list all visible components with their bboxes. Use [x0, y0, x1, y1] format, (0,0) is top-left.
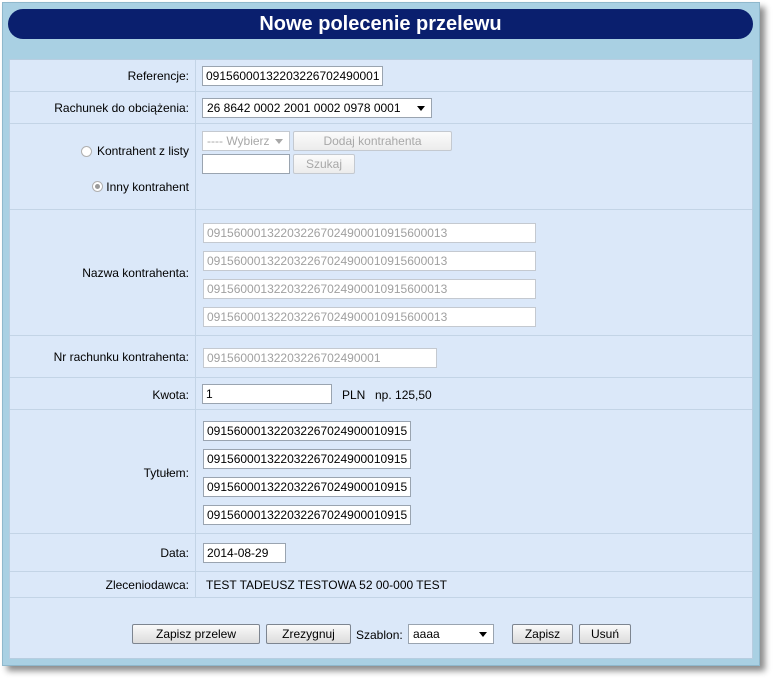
data-label: Data:	[160, 546, 189, 560]
transfer-form: Referencje: Rachunek do obciążenia: 26 8…	[9, 59, 753, 659]
kontrahent-lista-radio[interactable]	[81, 146, 92, 157]
currency-label: PLN	[342, 388, 366, 402]
row-rachunek: Rachunek do obciążenia: 26 8642 0002 200…	[10, 92, 752, 124]
zleceniodawca-label: Zleceniodawca:	[105, 578, 189, 592]
nazwa-line-1[interactable]	[203, 223, 536, 243]
dodaj-kontrahenta-button[interactable]: Dodaj kontrahenta	[293, 131, 452, 151]
kwota-hint: np. 125,50	[375, 388, 432, 402]
kwota-label: Kwota:	[152, 388, 189, 402]
nazwa-line-4[interactable]	[203, 307, 536, 327]
page-title: Nowe polecenie przelewu	[8, 9, 753, 39]
row-referencje: Referencje:	[10, 60, 752, 92]
tytul-line-3[interactable]	[203, 477, 411, 497]
data-input[interactable]	[203, 543, 286, 563]
inny-kontrahent-radio[interactable]	[92, 181, 103, 192]
szablon-value: aaaa	[413, 627, 440, 641]
rachunek-label: Rachunek do obciążenia:	[54, 101, 189, 115]
kontrahent-lista-label: Kontrahent z listy	[96, 144, 189, 158]
wybierz-select[interactable]: ---- Wybierz	[202, 131, 290, 151]
zapisz-przelew-button[interactable]: Zapisz przelew	[132, 624, 260, 644]
tytul-line-4[interactable]	[203, 505, 411, 525]
nr-rachunku-label: Nr rachunku kontrahenta:	[53, 350, 189, 364]
nazwa-line-2[interactable]	[203, 251, 536, 271]
chevron-down-icon	[275, 139, 283, 144]
row-nazwa: Nazwa kontrahenta:	[10, 210, 752, 336]
kwota-input[interactable]	[202, 384, 332, 404]
nr-rachunku-input[interactable]	[203, 348, 437, 368]
nazwa-label: Nazwa kontrahenta:	[82, 266, 189, 280]
usun-button[interactable]: Usuń	[579, 624, 631, 644]
row-nr-rachunku: Nr rachunku kontrahenta:	[10, 336, 752, 378]
zleceniodawca-value: TEST TADEUSZ TESTOWA 52 00-000 TEST	[206, 578, 447, 592]
szukaj-button[interactable]: Szukaj	[293, 154, 355, 174]
inny-kontrahent-label: Inny kontrahent	[106, 180, 189, 194]
row-kontrahent: Kontrahent z listy Inny kontrahent ---- …	[10, 124, 752, 210]
rachunek-value: 26 8642 0002 2001 0002 0978 0001	[207, 101, 401, 115]
szablon-select[interactable]: aaaa	[408, 624, 494, 644]
rachunek-select[interactable]: 26 8642 0002 2001 0002 0978 0001	[202, 98, 432, 118]
referencje-label: Referencje:	[127, 69, 189, 83]
szablon-label: Szablon:	[356, 628, 403, 642]
zapisz-button[interactable]: Zapisz	[512, 624, 573, 644]
tytul-label: Tytułem:	[143, 466, 189, 480]
tytul-line-1[interactable]	[203, 421, 411, 441]
row-kwota: Kwota: PLN np. 125,50	[10, 378, 752, 410]
kontrahent-search-input[interactable]	[202, 154, 290, 174]
wybierz-value: ---- Wybierz	[207, 134, 270, 148]
row-data: Data:	[10, 534, 752, 572]
zrezygnuj-button[interactable]: Zrezygnuj	[266, 624, 351, 644]
chevron-down-icon	[417, 106, 425, 111]
chevron-down-icon	[479, 632, 487, 637]
tytul-line-2[interactable]	[203, 449, 411, 469]
transfer-window: Nowe polecenie przelewu Referencje: Rach…	[2, 2, 760, 666]
row-zleceniodawca: Zleceniodawca: TEST TADEUSZ TESTOWA 52 0…	[10, 572, 752, 598]
nazwa-line-3[interactable]	[203, 279, 536, 299]
referencje-input[interactable]	[202, 66, 383, 86]
row-tytul: Tytułem:	[10, 410, 752, 534]
